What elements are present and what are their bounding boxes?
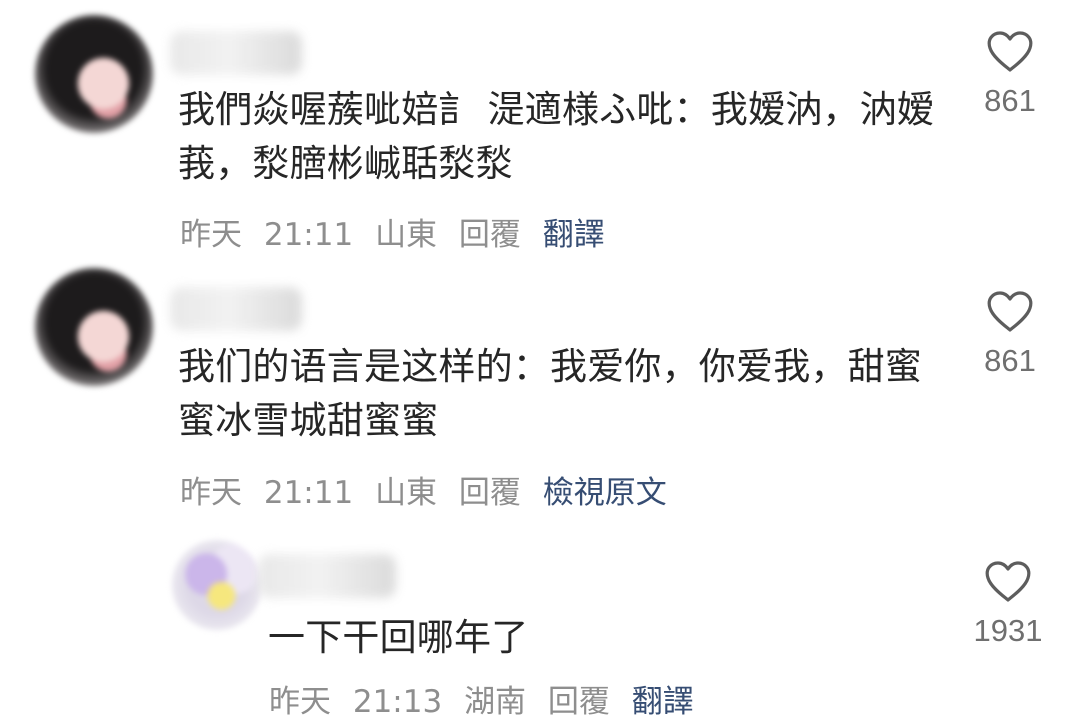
reply-text: 一下干回哪年了: [268, 616, 529, 659]
like-count: 861: [984, 83, 1036, 118]
comment-date: 昨天: [180, 217, 242, 253]
like-button[interactable]: 861: [966, 30, 1054, 118]
heart-outline-icon[interactable]: [984, 560, 1032, 604]
heart-outline-icon[interactable]: [986, 290, 1034, 334]
heart-outline-icon[interactable]: [986, 30, 1034, 74]
commenter-avatar[interactable]: [35, 268, 153, 386]
reply-location: 湖南: [464, 684, 527, 720]
blurred-username[interactable]: [258, 554, 396, 598]
reply-time: 21:13: [352, 684, 443, 720]
translate-link[interactable]: 翻譯: [632, 684, 694, 720]
comment-meta: 昨天 21:11 山東 回覆 翻譯: [180, 216, 617, 254]
comment-meta: 昨天 21:11 山東 回覆 檢視原文: [180, 474, 679, 512]
comment-date: 昨天: [180, 475, 242, 511]
comment-location: 山東: [375, 217, 438, 253]
like-count: 1931: [973, 613, 1043, 648]
like-count: 861: [984, 343, 1036, 378]
reply-button[interactable]: 回覆: [459, 217, 521, 253]
reply-button[interactable]: 回覆: [459, 475, 521, 511]
comment-text: 我们的语言是这样的：我爱你，你爱我，甜蜜蜜冰雪城甜蜜蜜: [178, 345, 922, 442]
comment-text: 我們焱喔蔟呲婄訁 湜適様ふ吡：我嫒汭，汭嫒莪，湬膪彬峸聒湬湬: [178, 88, 934, 185]
reply-avatar[interactable]: [172, 540, 262, 630]
reply-date: 昨天: [269, 684, 331, 720]
comment-time: 21:11: [263, 217, 354, 253]
like-button[interactable]: 1931: [964, 560, 1052, 648]
comment-time: 21:11: [263, 475, 354, 511]
blurred-username[interactable]: [170, 31, 302, 75]
like-button[interactable]: 861: [966, 290, 1054, 378]
reply-meta: 昨天 21:13 湖南 回覆 翻譯: [269, 683, 706, 721]
blurred-username[interactable]: [170, 287, 302, 331]
translate-link[interactable]: 翻譯: [543, 217, 605, 253]
view-original-link[interactable]: 檢視原文: [543, 475, 667, 511]
comment-location: 山東: [375, 475, 438, 511]
reply-button[interactable]: 回覆: [548, 684, 610, 720]
commenter-avatar[interactable]: [35, 15, 153, 133]
